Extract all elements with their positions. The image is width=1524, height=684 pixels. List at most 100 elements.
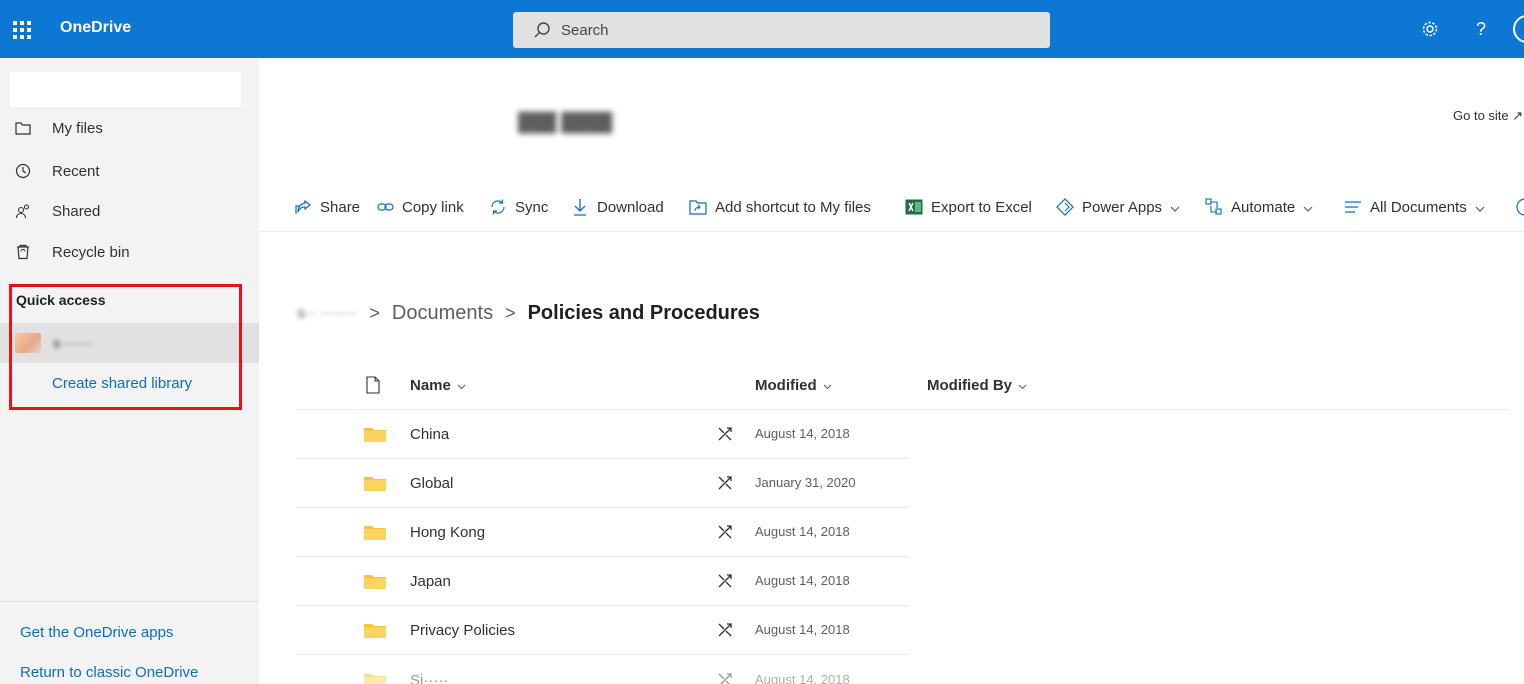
breadcrumb-root[interactable]: s·· ······· bbox=[297, 305, 357, 323]
modified-date: August 14, 2018 bbox=[755, 622, 850, 637]
column-header-name[interactable]: Name bbox=[410, 377, 466, 394]
column-header-modified-label: Modified bbox=[755, 377, 817, 394]
folder-icon bbox=[14, 119, 32, 137]
return-to-classic-link[interactable]: Return to classic OneDrive bbox=[20, 664, 198, 681]
power-apps-label: Power Apps bbox=[1082, 198, 1163, 216]
breadcrumb: s·· ······· > Documents > Policies and P… bbox=[297, 302, 760, 325]
power-apps-button[interactable]: Power Apps bbox=[1056, 196, 1180, 218]
automate-button[interactable]: Automate bbox=[1205, 196, 1313, 218]
column-header-modified-by[interactable]: Modified By bbox=[927, 377, 1027, 394]
site-title: ███ ████ bbox=[518, 112, 613, 132]
add-shortcut-label: Add shortcut to My files bbox=[715, 198, 871, 216]
export-to-excel-label: Export to Excel bbox=[931, 198, 1032, 216]
info-icon[interactable] bbox=[1514, 196, 1524, 218]
table-row[interactable]: Privacy Policies August 14, 2018 bbox=[296, 606, 909, 655]
share-button[interactable]: Share bbox=[294, 196, 360, 218]
file-name[interactable]: Si····· bbox=[410, 672, 448, 684]
modified-date: August 14, 2018 bbox=[755, 573, 850, 588]
recycle-bin-icon bbox=[14, 243, 32, 261]
file-name[interactable]: Global bbox=[410, 475, 453, 492]
folder-icon bbox=[364, 624, 386, 638]
folder-icon bbox=[364, 477, 386, 491]
chevron-down-icon bbox=[457, 377, 466, 394]
nav-item-shared[interactable]: Shared bbox=[0, 193, 259, 229]
modified-date: August 14, 2018 bbox=[755, 426, 850, 441]
file-name[interactable]: Privacy Policies bbox=[410, 622, 515, 639]
download-icon bbox=[571, 198, 589, 216]
column-header-name-label: Name bbox=[410, 377, 451, 394]
help-icon[interactable]: ? bbox=[1468, 16, 1494, 42]
sync-icon bbox=[489, 198, 507, 216]
export-to-excel-button[interactable]: Export to Excel bbox=[905, 196, 1032, 218]
chevron-down-icon bbox=[823, 377, 832, 394]
people-icon bbox=[14, 202, 32, 220]
search-input[interactable] bbox=[561, 21, 1041, 39]
all-documents-label: All Documents bbox=[1370, 198, 1467, 216]
sync-status-icon bbox=[718, 673, 732, 684]
chevron-down-icon bbox=[1303, 199, 1313, 216]
modified-date: January 31, 2020 bbox=[755, 475, 856, 490]
table-row[interactable]: Japan August 14, 2018 bbox=[296, 557, 909, 606]
file-name[interactable]: Hong Kong bbox=[410, 524, 485, 541]
list-header: Name Modified Modified By bbox=[296, 364, 1509, 410]
link-icon bbox=[376, 198, 394, 216]
share-icon bbox=[294, 198, 312, 216]
sync-status-icon bbox=[718, 427, 732, 441]
chevron-down-icon bbox=[1170, 199, 1180, 216]
sync-label: Sync bbox=[515, 198, 549, 216]
table-row[interactable]: China August 14, 2018 bbox=[296, 410, 909, 459]
download-label: Download bbox=[597, 198, 664, 216]
column-header-modified[interactable]: Modified bbox=[755, 377, 832, 394]
table-row[interactable]: Hong Kong August 14, 2018 bbox=[296, 508, 909, 557]
nav-item-recent[interactable]: Recent bbox=[0, 153, 259, 189]
nav-item-label: Recent bbox=[52, 162, 100, 180]
nav-item-recycle-bin[interactable]: Recycle bin bbox=[0, 234, 259, 270]
file-name[interactable]: China bbox=[410, 426, 449, 443]
nav-item-label: Shared bbox=[52, 202, 101, 220]
chevron-down-icon bbox=[1475, 199, 1485, 216]
copy-link-button[interactable]: Copy link bbox=[376, 196, 464, 218]
gear-icon[interactable] bbox=[1417, 16, 1443, 42]
breadcrumb-separator: > bbox=[505, 303, 516, 323]
app-name[interactable]: OneDrive bbox=[60, 19, 131, 37]
breadcrumb-documents[interactable]: Documents bbox=[392, 302, 493, 325]
column-header-modified-by-label: Modified By bbox=[927, 377, 1012, 394]
get-onedrive-apps-link[interactable]: Get the OneDrive apps bbox=[20, 624, 173, 641]
nav-item-my-files[interactable]: My files bbox=[0, 110, 259, 146]
download-button[interactable]: Download bbox=[571, 196, 664, 218]
chevron-down-icon bbox=[1018, 377, 1027, 394]
breadcrumb-separator: > bbox=[369, 303, 380, 323]
modified-date: August 14, 2018 bbox=[755, 524, 850, 539]
table-row[interactable]: Global January 31, 2020 bbox=[296, 459, 909, 508]
share-label: Share bbox=[320, 198, 361, 216]
file-type-icon[interactable] bbox=[366, 376, 380, 394]
nav-item-label: Recycle bin bbox=[52, 243, 130, 261]
breadcrumb-current: Policies and Procedures bbox=[527, 302, 760, 324]
view-list-icon bbox=[1344, 198, 1362, 216]
sync-status-icon bbox=[718, 476, 732, 490]
sync-status-icon bbox=[718, 525, 732, 539]
nav-item-label: My files bbox=[52, 119, 103, 137]
account-name-block bbox=[10, 72, 241, 107]
nav-divider bbox=[0, 601, 259, 602]
all-documents-view-button[interactable]: All Documents bbox=[1344, 196, 1485, 218]
app-launcher-icon[interactable] bbox=[10, 18, 34, 42]
add-shortcut-icon bbox=[689, 198, 707, 216]
add-shortcut-button[interactable]: Add shortcut to My files bbox=[689, 196, 871, 218]
sync-status-icon bbox=[718, 623, 732, 637]
modified-date: August 14, 2018 bbox=[755, 672, 850, 684]
power-apps-icon bbox=[1056, 198, 1074, 216]
avatar[interactable] bbox=[1513, 15, 1524, 43]
sync-status-icon bbox=[718, 574, 732, 588]
folder-icon bbox=[364, 674, 386, 684]
sync-button[interactable]: Sync bbox=[489, 196, 548, 218]
search-icon bbox=[534, 22, 550, 38]
quick-access-highlight-box bbox=[9, 284, 242, 410]
automate-icon bbox=[1205, 198, 1223, 216]
search-box[interactable] bbox=[513, 12, 1050, 48]
table-row[interactable]: Si····· August 14, 2018 bbox=[296, 656, 909, 684]
clock-icon bbox=[14, 162, 32, 180]
copy-link-label: Copy link bbox=[402, 198, 464, 216]
file-name[interactable]: Japan bbox=[410, 573, 451, 590]
go-to-site-link[interactable]: Go to site ↗ bbox=[1453, 108, 1523, 124]
